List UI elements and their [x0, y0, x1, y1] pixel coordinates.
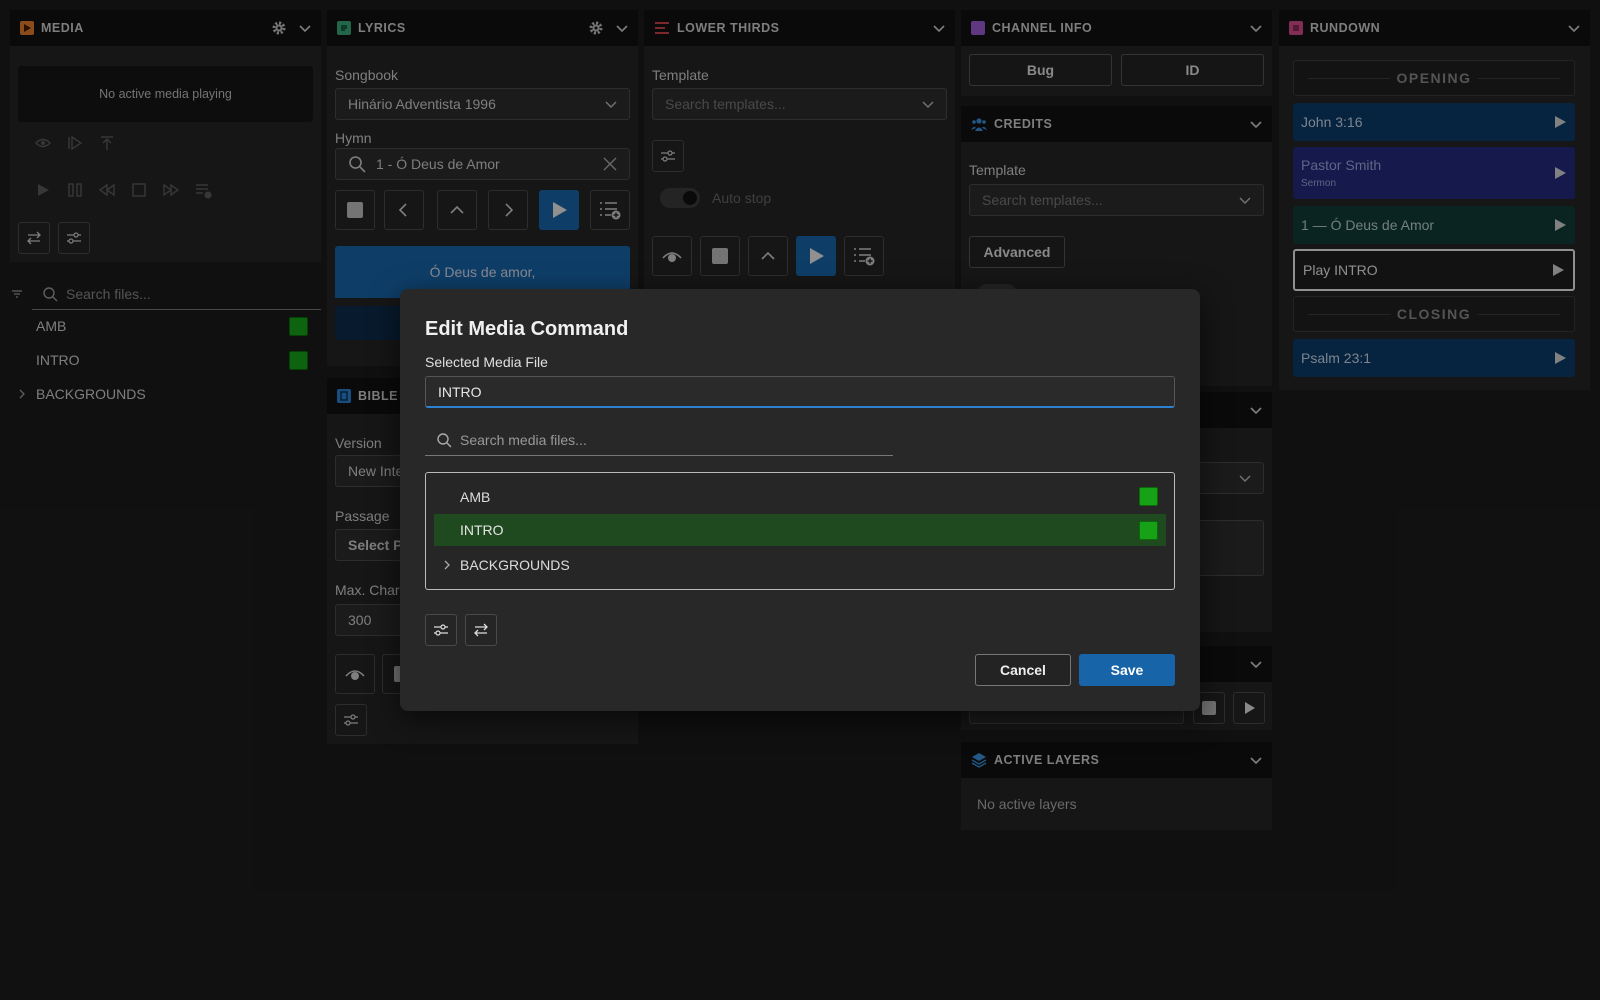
selected-media-label: Selected Media File — [425, 354, 548, 370]
modal-search-placeholder: Search media files... — [460, 431, 587, 448]
save-label: Save — [1110, 662, 1144, 678]
cancel-button[interactable]: Cancel — [975, 654, 1071, 686]
file-name: INTRO — [460, 522, 504, 538]
file-status-indicator — [1139, 487, 1158, 506]
modal-file-amb[interactable]: AMB — [434, 480, 1166, 513]
search-icon — [437, 432, 452, 447]
modal-swap-button[interactable] — [465, 614, 497, 646]
chevron-right-icon — [444, 560, 450, 569]
folder-name: BACKGROUNDS — [460, 556, 570, 573]
swap-icon — [474, 623, 488, 637]
media-file-list: AMB INTRO BACKGROUNDS — [425, 472, 1175, 590]
edit-media-command-dialog: Edit Media Command Selected Media File I… — [400, 289, 1200, 711]
modal-folder-backgrounds[interactable]: BACKGROUNDS — [434, 548, 1166, 581]
sliders-icon — [434, 624, 448, 636]
modal-search-input[interactable]: Search media files... — [425, 424, 893, 456]
selected-media-value: INTRO — [438, 383, 482, 400]
file-name: AMB — [460, 488, 491, 505]
save-button[interactable]: Save — [1079, 654, 1175, 686]
cancel-label: Cancel — [1000, 662, 1046, 678]
file-status-indicator — [1139, 520, 1158, 540]
modal-file-intro-selected[interactable]: INTRO — [434, 514, 1166, 546]
modal-adjust-button[interactable] — [425, 614, 457, 646]
dialog-title: Edit Media Command — [425, 318, 629, 340]
selected-media-input[interactable]: INTRO — [425, 376, 1175, 408]
